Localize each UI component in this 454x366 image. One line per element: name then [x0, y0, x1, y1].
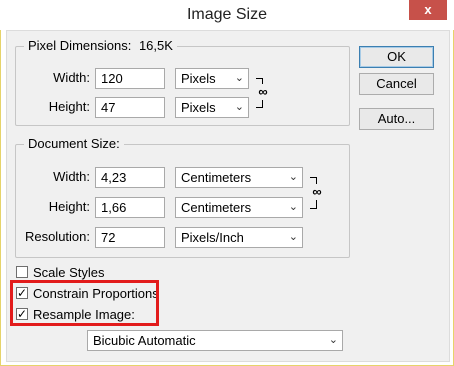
pixel-dimensions-legend: Pixel Dimensions: 16,5K: [24, 38, 177, 53]
close-icon: x: [424, 2, 432, 17]
doc-height-unit-value: Centimeters: [181, 200, 252, 215]
pixel-width-label: Width:: [53, 70, 90, 85]
pixel-width-unit-select[interactable]: Pixels ⌄: [175, 68, 249, 89]
image-size-dialog: Image Size x Pixel Dimensions: 16,5K Wid…: [0, 0, 454, 366]
pixel-height-label: Height:: [48, 99, 90, 114]
ok-button[interactable]: OK: [359, 46, 434, 68]
resolution-input[interactable]: [95, 227, 165, 248]
pixel-dimensions-group: Pixel Dimensions: 16,5K Width: Pixels ⌄ …: [15, 38, 350, 126]
resolution-label: Resolution:: [24, 229, 90, 244]
auto-button[interactable]: Auto...: [359, 108, 434, 130]
chain-link-icon: ∞: [258, 84, 268, 100]
cancel-button[interactable]: Cancel: [359, 73, 434, 95]
resample-method-value: Bicubic Automatic: [93, 333, 196, 348]
pixel-dimensions-size: 16,5K: [138, 38, 173, 53]
pixel-width-unit-value: Pixels: [181, 71, 216, 86]
doc-width-input[interactable]: [95, 167, 165, 188]
pixel-height-unit-value: Pixels: [181, 100, 216, 115]
doc-width-unit-select[interactable]: Centimeters ⌄: [175, 167, 303, 188]
title-bar[interactable]: Image Size x: [0, 0, 454, 30]
pixel-dimensions-label: Pixel Dimensions:: [28, 38, 132, 53]
chevron-down-icon: ⌄: [288, 171, 298, 183]
doc-height-label: Height:: [48, 199, 90, 214]
chevron-down-icon: ⌄: [234, 72, 244, 84]
scale-styles-option[interactable]: Scale Styles: [16, 264, 105, 280]
chevron-down-icon: ⌄: [234, 101, 244, 113]
doc-width-label: Width:: [53, 169, 90, 184]
close-button[interactable]: x: [409, 0, 447, 20]
doc-width-unit-value: Centimeters: [181, 170, 252, 185]
chevron-down-icon: ⌄: [288, 231, 298, 243]
document-size-group: Document Size: Width: Centimeters ⌄ Heig…: [15, 136, 350, 258]
scale-styles-label: Scale Styles: [33, 264, 105, 280]
highlight-box: [10, 280, 159, 326]
resample-method-select[interactable]: Bicubic Automatic ⌄: [87, 330, 343, 351]
window-title: Image Size: [186, 6, 268, 23]
scale-styles-checkbox[interactable]: [16, 266, 28, 278]
pixel-height-unit-select[interactable]: Pixels ⌄: [175, 97, 249, 118]
dialog-body: Pixel Dimensions: 16,5K Width: Pixels ⌄ …: [6, 30, 450, 362]
resolution-unit-select[interactable]: Pixels/Inch ⌄: [175, 227, 303, 248]
chain-link-icon: ∞: [312, 184, 322, 200]
document-size-legend: Document Size:: [24, 136, 124, 151]
doc-height-unit-select[interactable]: Centimeters ⌄: [175, 197, 303, 218]
chevron-down-icon: ⌄: [328, 334, 338, 346]
doc-height-input[interactable]: [95, 197, 165, 218]
pixel-height-input[interactable]: [95, 97, 165, 118]
chevron-down-icon: ⌄: [288, 201, 298, 213]
resolution-unit-value: Pixels/Inch: [181, 230, 244, 245]
pixel-width-input[interactable]: [95, 68, 165, 89]
